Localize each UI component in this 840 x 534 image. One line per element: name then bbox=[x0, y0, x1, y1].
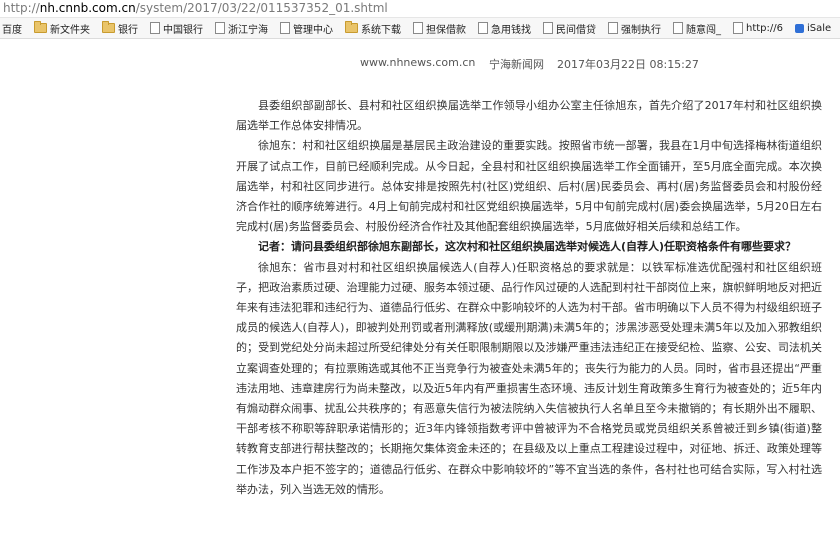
article-paragraph: 徐旭东：村和社区组织换届是基层民主政治建设的重要实践。按照省市统一部署，我县在1… bbox=[236, 139, 822, 234]
url-path: /system/2017/03/22/011537352_01.shtml bbox=[135, 1, 388, 15]
bookmark-item[interactable]: 担保借款 bbox=[411, 18, 472, 38]
page-icon bbox=[478, 22, 488, 34]
page-icon bbox=[215, 22, 225, 34]
address-bar[interactable]: http://nh.cnnb.com.cn/system/2017/03/22/… bbox=[0, 0, 840, 18]
bookmark-item[interactable]: 随意闯_ bbox=[671, 18, 727, 38]
page-icon bbox=[413, 22, 423, 34]
article-site[interactable]: www.nhnews.com.cn bbox=[360, 56, 475, 69]
bookmark-label: 百度 bbox=[2, 24, 22, 36]
article-paragraph: 县委组织部副部长、县村和社区组织换届选举工作领导小组办公室主任徐旭东，首先介绍了… bbox=[236, 99, 822, 133]
isale-icon bbox=[795, 23, 804, 33]
page-icon bbox=[543, 22, 553, 34]
bookmark-item[interactable]: 系统下载 bbox=[343, 18, 407, 38]
folder-icon bbox=[34, 21, 47, 33]
bookmark-label: 中国银行 bbox=[163, 24, 203, 36]
bookmark-label: 浙江宁海 bbox=[228, 24, 268, 36]
page-icon bbox=[280, 22, 290, 34]
bookmark-item[interactable]: iSale bbox=[793, 18, 837, 38]
bookmark-item[interactable]: 浙江宁海 bbox=[213, 18, 274, 38]
bookmark-item[interactable]: 急用钱找 bbox=[476, 18, 537, 38]
address-url[interactable]: http://nh.cnnb.com.cn/system/2017/03/22/… bbox=[3, 1, 388, 15]
bookmark-label: 管理中心 bbox=[293, 24, 333, 36]
bookmarks-bar: 百度 新文件夹 银行 中国银行 浙江宁海 管理中心 系统下载 担保借款 急用钱找 民间借贷 强制执行… bbox=[0, 18, 840, 39]
bookmark-label: 强制执行 bbox=[621, 24, 661, 36]
page-icon bbox=[150, 22, 160, 34]
bookmark-label: 系统下载 bbox=[361, 24, 401, 36]
page-content: www.nhnews.com.cn 宁海新闻网 2017年03月22日 08:1… bbox=[0, 39, 840, 534]
bookmark-item[interactable]: http://6 bbox=[731, 18, 789, 38]
bookmark-item[interactable]: 强制执行 bbox=[606, 18, 667, 38]
bookmark-label: http://6 bbox=[746, 22, 783, 34]
article-question: 记者：请问县委组织部徐旭东副部长，这次村和社区组织换届选举对候选人(自荐人)任职… bbox=[258, 240, 797, 254]
url-host: nh.cnnb.com.cn bbox=[39, 1, 136, 15]
bookmark-item[interactable]: 银行 bbox=[100, 18, 144, 38]
bookmark-item[interactable]: 管理中心 bbox=[278, 18, 339, 38]
bookmark-item[interactable]: 民间借贷 bbox=[541, 18, 602, 38]
bookmark-label: 新文件夹 bbox=[50, 24, 90, 36]
bookmark-label: 银行 bbox=[118, 24, 138, 36]
bookmark-item[interactable]: 百度 bbox=[0, 18, 28, 38]
bookmark-label: 随意闯_ bbox=[686, 24, 721, 36]
url-scheme: http:// bbox=[3, 1, 40, 15]
page-icon bbox=[733, 22, 743, 34]
bookmark-label: 担保借款 bbox=[426, 24, 466, 36]
article-date: 2017年03月22日 08:15:27 bbox=[557, 58, 699, 71]
article-paragraph: 徐旭东：省市县对村和社区组织换届候选人(自荐人)任职资格总的要求就是：以铁军标准… bbox=[236, 260, 822, 496]
bookmark-label: 急用钱找 bbox=[491, 24, 531, 36]
article-source: 宁海新闻网 bbox=[489, 58, 544, 71]
bookmark-item[interactable]: 中国银行 bbox=[148, 18, 209, 38]
folder-icon bbox=[345, 21, 358, 33]
page-icon bbox=[608, 22, 618, 34]
page-icon bbox=[673, 22, 683, 34]
folder-icon bbox=[102, 21, 115, 33]
article-body: 县委组织部副部长、县村和社区组织换届选举工作领导小组办公室主任徐旭东，首先介绍了… bbox=[236, 96, 822, 500]
bookmark-label: 民间借贷 bbox=[556, 24, 596, 36]
bookmark-item[interactable]: 新文件夹 bbox=[32, 18, 96, 38]
bookmark-label: iSale bbox=[807, 22, 832, 34]
